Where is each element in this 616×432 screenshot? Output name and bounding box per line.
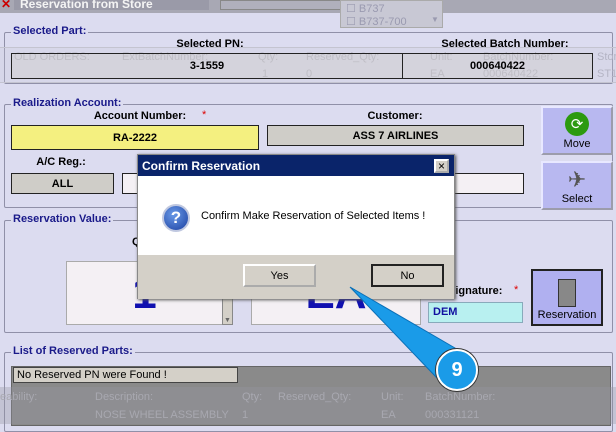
step-badge: 9	[436, 349, 478, 391]
step-callout-pointer	[349, 286, 456, 379]
